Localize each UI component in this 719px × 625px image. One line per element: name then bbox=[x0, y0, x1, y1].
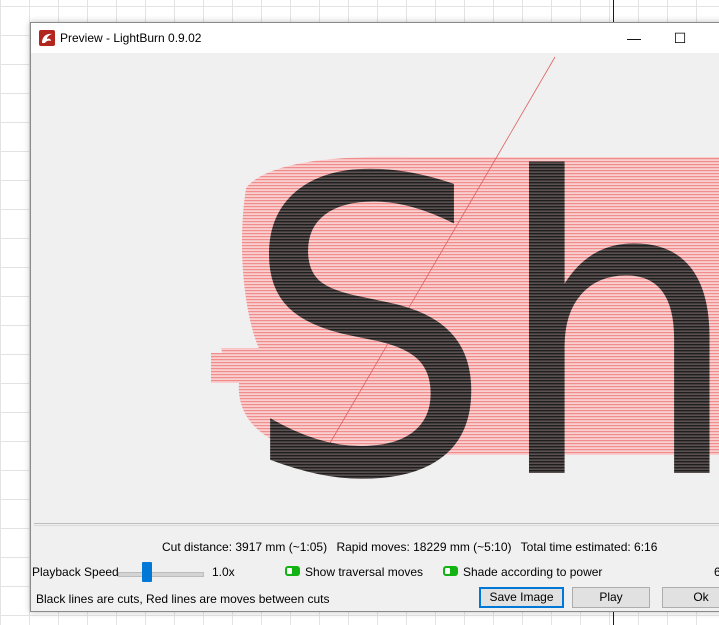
divider bbox=[34, 523, 719, 524]
preview-svg: Sh bbox=[211, 56, 719, 570]
playback-speed-slider[interactable] bbox=[118, 572, 204, 577]
playback-speed-value: 1.0x bbox=[212, 565, 235, 579]
show-traversal-toggle[interactable] bbox=[285, 566, 300, 576]
footer-row: Black lines are cuts, Red lines are move… bbox=[31, 587, 719, 611]
divider bbox=[34, 525, 719, 526]
cutoff-value: 6 bbox=[714, 565, 719, 579]
cut-distance: Cut distance: 3917 mm (~1:05) bbox=[162, 540, 328, 554]
preview-canvas: Sh bbox=[31, 53, 719, 570]
preview-window: Preview - LightBurn 0.9.02 — ☐ Sh Cut di… bbox=[30, 22, 719, 612]
show-traversal-label[interactable]: Show traversal moves bbox=[305, 565, 423, 579]
playback-row: Playback Speed 1.0x Show traversal moves… bbox=[31, 562, 719, 584]
total-time: Total time estimated: 6:16 bbox=[520, 540, 658, 554]
shade-power-label[interactable]: Shade according to power bbox=[463, 565, 602, 579]
stats-line: Cut distance: 3917 mm (~1:05) Rapid move… bbox=[162, 540, 663, 554]
title-bar: Preview - LightBurn 0.9.02 — ☐ bbox=[31, 23, 719, 53]
shade-power-toggle[interactable] bbox=[443, 566, 458, 576]
preview-text: Sh bbox=[243, 92, 719, 521]
play-button[interactable]: Play bbox=[572, 587, 650, 608]
save-image-button[interactable]: Save Image bbox=[479, 587, 564, 608]
minimize-button[interactable]: — bbox=[611, 23, 657, 53]
maximize-button[interactable]: ☐ bbox=[657, 23, 703, 53]
window-title: Preview - LightBurn 0.9.02 bbox=[60, 31, 202, 45]
ok-button[interactable]: Ok bbox=[662, 587, 719, 608]
playback-speed-thumb[interactable] bbox=[142, 562, 153, 582]
lightburn-logo-icon bbox=[39, 30, 55, 46]
playback-speed-label: Playback Speed bbox=[32, 565, 119, 579]
legend-note: Black lines are cuts, Red lines are move… bbox=[36, 592, 330, 606]
rapid-moves: Rapid moves: 18229 mm (~5:10) bbox=[336, 540, 512, 554]
